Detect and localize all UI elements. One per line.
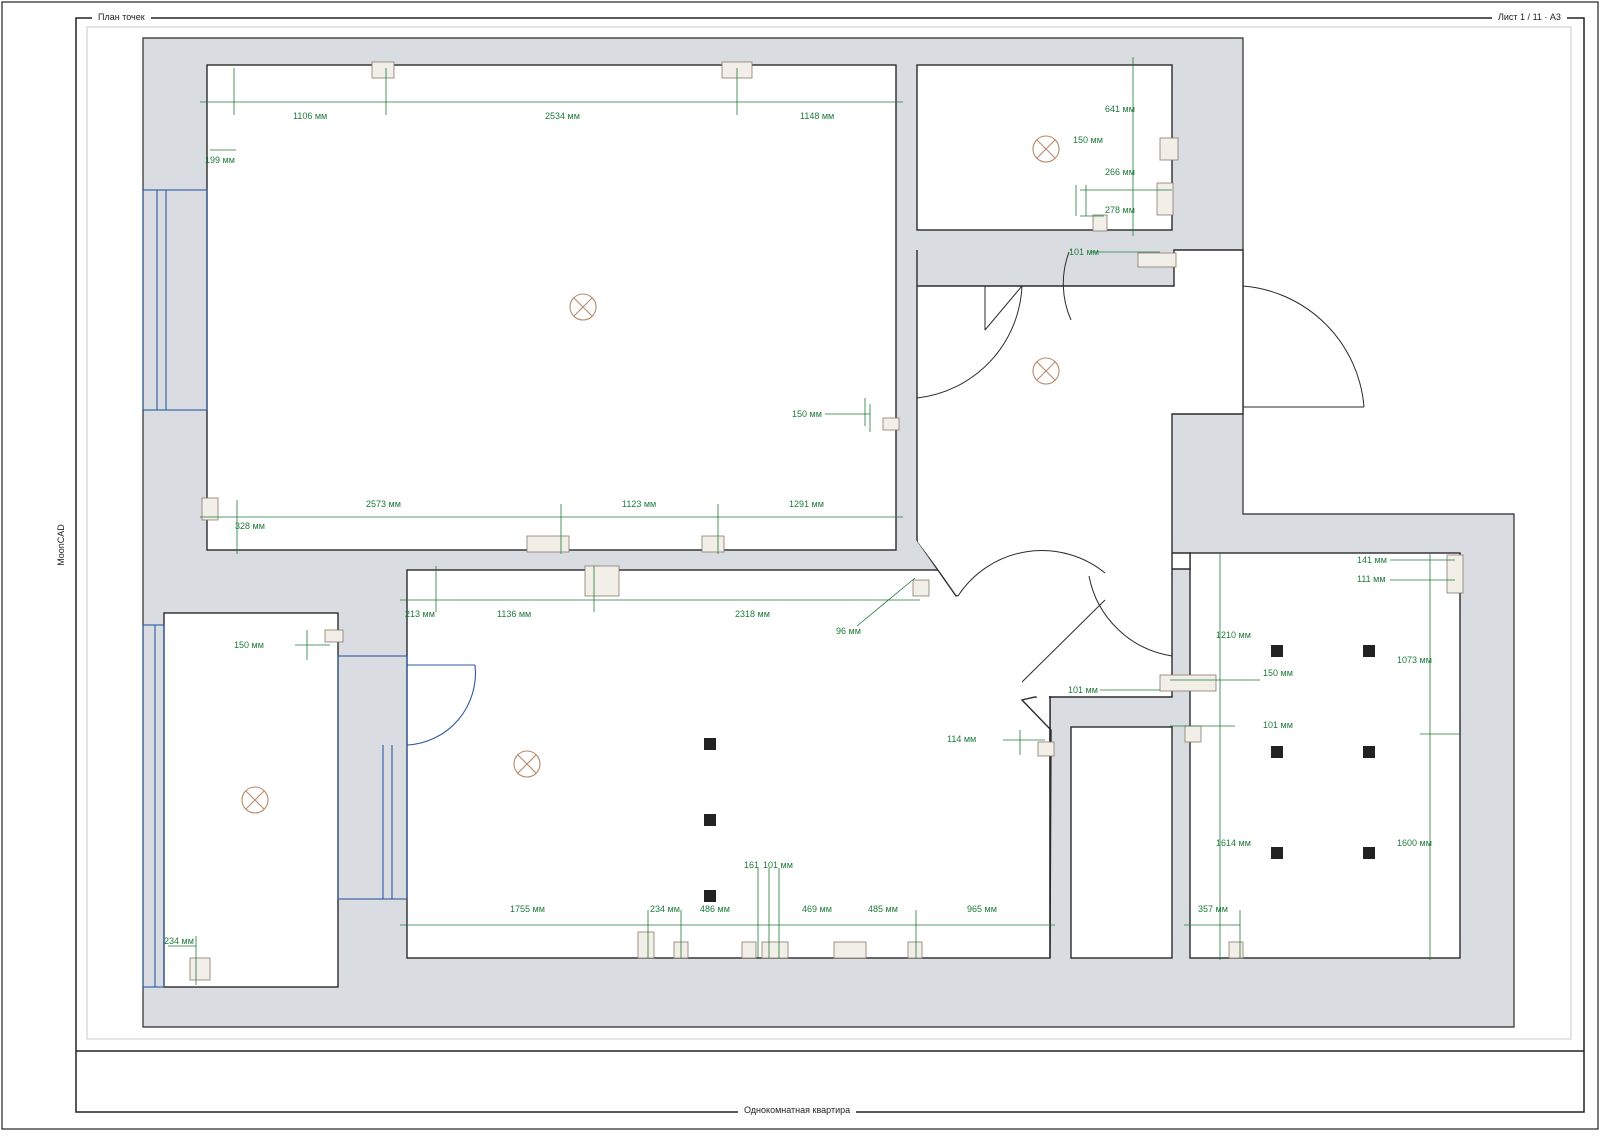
socket-icon bbox=[1159, 674, 1217, 692]
socket-icon bbox=[907, 941, 923, 959]
dim-label: 101 мм bbox=[763, 860, 793, 870]
spot-light-icon bbox=[704, 890, 716, 902]
spot-light-icon bbox=[1271, 645, 1283, 657]
app-label: MoonCAD bbox=[55, 524, 66, 566]
dim-label: 150 мм bbox=[792, 409, 822, 419]
floor-plan-sheet: 1106 мм 2534 мм 1148 мм 199 мм 641 мм 15… bbox=[0, 0, 1600, 1131]
dim-label: 161 bbox=[744, 860, 759, 870]
socket-icon bbox=[1156, 182, 1174, 216]
dim-label: 114 мм bbox=[947, 734, 976, 744]
dim-label: 141 мм bbox=[1357, 555, 1387, 565]
switch-icon bbox=[912, 579, 930, 597]
dim-label: 1148 мм bbox=[800, 111, 834, 121]
dim-label: 2318 мм bbox=[735, 609, 770, 619]
dim-label: 101 мм bbox=[1068, 685, 1098, 695]
dim-label: 1210 мм bbox=[1216, 630, 1251, 640]
spot-light-icon bbox=[1363, 746, 1375, 758]
switch-icon bbox=[1092, 214, 1108, 232]
dim-label: 328 мм bbox=[235, 521, 265, 531]
dim-label: 199 мм bbox=[205, 155, 235, 165]
dim-label: 1106 мм bbox=[293, 111, 327, 121]
spot-light-icon bbox=[1363, 645, 1375, 657]
switch-icon bbox=[882, 417, 900, 431]
socket-icon bbox=[526, 535, 570, 553]
socket-icon bbox=[1184, 725, 1202, 743]
dim-label: 486 мм bbox=[700, 904, 730, 914]
socket-icon bbox=[189, 957, 211, 981]
spot-light-icon bbox=[704, 738, 716, 750]
dim-label: 266 мм bbox=[1105, 167, 1135, 177]
kitchen bbox=[406, 569, 1051, 959]
sheet-title: План точек bbox=[92, 11, 151, 23]
dim-label: 469 мм bbox=[802, 904, 832, 914]
dim-label: 1614 мм bbox=[1216, 838, 1251, 848]
dim-label: 1123 мм bbox=[622, 499, 656, 509]
floor-plan-drawing: 1106 мм 2534 мм 1148 мм 199 мм 641 мм 15… bbox=[1, 1, 1599, 1130]
socket-icon bbox=[1037, 741, 1055, 757]
dim-label: 101 мм bbox=[1069, 247, 1099, 257]
socket-icon bbox=[1137, 252, 1177, 268]
dim-label: 1755 мм bbox=[510, 904, 545, 914]
storage bbox=[1070, 726, 1173, 959]
dim-label: 1291 мм bbox=[789, 499, 824, 509]
socket-icon bbox=[833, 941, 867, 959]
dim-label: 234 мм bbox=[164, 936, 194, 946]
socket-icon bbox=[371, 61, 395, 79]
socket-icon bbox=[584, 565, 620, 597]
dim-label: 213 мм bbox=[405, 609, 435, 619]
sheet-number: Лист 1 / 11 · A3 bbox=[1492, 11, 1567, 23]
spot-light-icon bbox=[704, 814, 716, 826]
socket-icon bbox=[1228, 941, 1244, 959]
switch-icon bbox=[324, 629, 344, 643]
dim-label: 150 мм bbox=[1263, 668, 1293, 678]
spot-light-icon bbox=[1271, 847, 1283, 859]
dim-label: 2573 мм bbox=[366, 499, 401, 509]
dim-label: 965 мм bbox=[967, 904, 997, 914]
dim-label: 485 мм bbox=[868, 904, 898, 914]
bedroom bbox=[1189, 552, 1461, 959]
socket-icon bbox=[637, 931, 655, 959]
balcony bbox=[163, 612, 339, 988]
dim-label: 278 мм bbox=[1105, 205, 1135, 215]
switch-icon bbox=[1159, 137, 1179, 161]
socket-icon bbox=[701, 535, 725, 553]
dim-label: 234 мм bbox=[650, 904, 680, 914]
dim-label: 357 мм bbox=[1198, 904, 1228, 914]
project-title: Однокомнатная квартира bbox=[738, 1104, 857, 1116]
dim-label: 96 мм bbox=[836, 626, 861, 636]
spot-light-icon bbox=[1271, 746, 1283, 758]
dim-label: 150 мм bbox=[1073, 135, 1103, 145]
dim-label: 1600 мм bbox=[1397, 838, 1432, 848]
dim-label: 101 мм bbox=[1263, 720, 1293, 730]
dim-label: 1073 мм bbox=[1397, 655, 1432, 665]
dim-label: 111 мм bbox=[1357, 574, 1386, 584]
dim-label: 1136 мм bbox=[497, 609, 531, 619]
socket-icon bbox=[1446, 554, 1464, 594]
dim-label: 150 мм bbox=[234, 640, 264, 650]
living-room bbox=[206, 64, 897, 551]
dim-label: 641 мм bbox=[1105, 104, 1135, 114]
socket-icon bbox=[761, 941, 789, 959]
dim-label: 2534 мм bbox=[545, 111, 580, 121]
socket-icon bbox=[741, 941, 757, 959]
spot-light-icon bbox=[1363, 847, 1375, 859]
